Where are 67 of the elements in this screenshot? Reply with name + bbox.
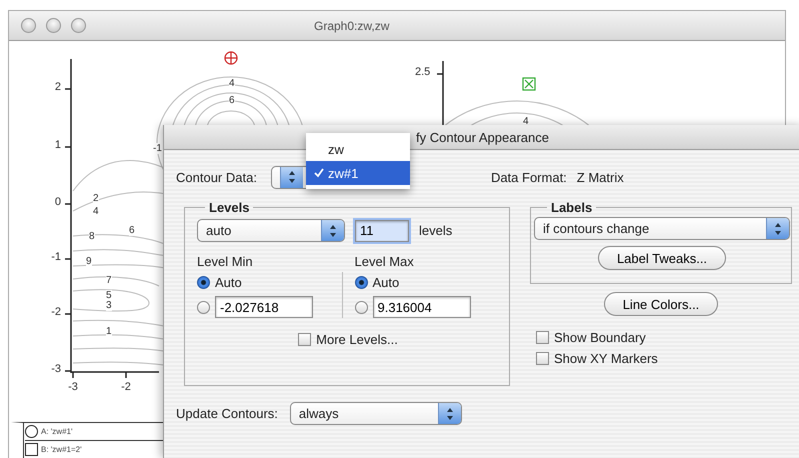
labels-mode-popup[interactable]: if contours change <box>534 217 790 240</box>
updown-arrows-icon <box>321 220 344 241</box>
contour-label: 2 <box>93 193 99 204</box>
contour-label: 6 <box>229 95 235 106</box>
levels-count-field[interactable]: 11 <box>355 220 409 242</box>
contour-label: -1 <box>153 143 162 154</box>
contour-label: 9 <box>86 256 92 267</box>
checkbox[interactable] <box>298 333 312 346</box>
update-contours-popup[interactable]: always <box>290 402 462 425</box>
crosshair-marker-icon <box>224 51 238 65</box>
axis-tick-label: 2 <box>54 81 61 93</box>
checkbox-label: More Levels... <box>316 332 398 347</box>
legend-label: B: 'zw#1=2' <box>41 445 82 454</box>
radio-button[interactable] <box>197 276 210 289</box>
updown-arrows-icon <box>280 166 303 188</box>
checkbox[interactable] <box>536 352 549 365</box>
contour-data-label: Contour Data: <box>176 170 257 184</box>
radio-label: Auto <box>372 275 400 290</box>
checkbox-label: Show XY Markers <box>554 351 658 366</box>
menu-item[interactable]: zw#1 <box>306 161 410 185</box>
data-format-label: Data Format: <box>490 170 567 184</box>
axis-tick-label: -1 <box>51 251 61 263</box>
checkbox-label: Show Boundary <box>554 330 646 345</box>
contour-label: 8 <box>89 231 95 242</box>
updown-arrows-icon <box>438 403 461 424</box>
level-bound-label: Level Min <box>197 254 254 269</box>
level-value-field[interactable]: -2.027618 <box>215 296 313 318</box>
dialog-title: fy Contour Appearance <box>416 130 549 144</box>
update-contours-label: Update Contours: <box>176 406 278 421</box>
axis-tick-label: -3 <box>68 381 78 393</box>
square-marker-icon <box>522 77 536 91</box>
level-bound-label: Level Max <box>354 254 415 269</box>
radio-button[interactable] <box>354 276 368 289</box>
axis-tick-label: -2 <box>121 381 131 393</box>
zoom-button[interactable] <box>71 18 86 33</box>
axis-tick-label: -2 <box>51 306 61 318</box>
radio-button[interactable] <box>354 300 368 314</box>
line-colors-button[interactable]: Line Colors... <box>604 292 718 316</box>
axis-tick-label: -3 <box>51 363 61 375</box>
contour-label: 3 <box>106 300 112 311</box>
close-button[interactable] <box>21 18 36 33</box>
minimize-button[interactable] <box>46 18 61 33</box>
group-title: Labels <box>550 200 594 215</box>
data-format-value: Z Matrix <box>576 170 624 184</box>
axis-tick-label: 2.5 <box>415 66 430 78</box>
legend-symbol-icon <box>25 425 38 438</box>
contour-label: 4 <box>229 78 235 89</box>
radio-label: Auto <box>215 275 242 290</box>
axis-tick-label: 0 <box>54 196 61 208</box>
legend-symbol-icon <box>25 443 38 456</box>
levels-mode-popup[interactable]: auto <box>197 219 345 242</box>
radio-button[interactable] <box>197 300 210 314</box>
legend-label: A: 'zw#1' <box>41 427 73 436</box>
window-title: Graph0:zw,zw <box>314 18 390 32</box>
contour-label: 6 <box>129 225 135 236</box>
group-title: Levels <box>208 200 250 215</box>
menu-item[interactable]: zw <box>306 137 410 161</box>
updown-arrows-icon <box>766 218 789 239</box>
label-tweaks-button[interactable]: Label Tweaks... <box>598 246 726 270</box>
contour-label: 1 <box>106 326 112 337</box>
contour-label: 4 <box>93 206 99 217</box>
levels-unit-label: levels <box>419 223 452 238</box>
contour-label: 7 <box>106 275 112 286</box>
level-value-field[interactable]: 9.316004 <box>372 296 470 318</box>
axis-tick-label: 1 <box>54 139 61 151</box>
checkbox[interactable] <box>536 331 549 344</box>
checkmark-icon <box>314 168 324 178</box>
